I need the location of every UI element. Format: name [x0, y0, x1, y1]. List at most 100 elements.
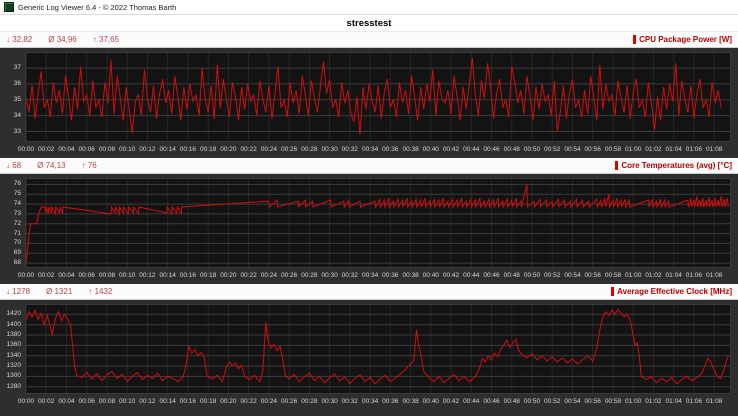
x-tick-label: 00:54: [564, 398, 580, 405]
x-axis: 00:0000:0200:0400:0600:0800:1000:1200:14…: [0, 272, 738, 284]
stat-min: ↓ 1278: [6, 287, 30, 296]
y-tick-label: 1380: [7, 332, 21, 339]
plot-area[interactable]: [25, 304, 731, 394]
x-tick-label: 00:58: [605, 272, 621, 279]
stat-avg: Ø 74,13: [37, 161, 65, 170]
x-tick-label: 01:04: [666, 146, 682, 153]
stat-min: ↓ 68: [6, 161, 21, 170]
x-tick-label: 00:08: [99, 272, 115, 279]
x-tick-label: 00:08: [99, 146, 115, 153]
y-tick-label: 1420: [7, 311, 21, 318]
y-axis: 767574737271706968: [0, 179, 23, 269]
x-tick-label: 01:02: [645, 146, 661, 153]
x-tick-label: 00:46: [483, 398, 499, 405]
chart-section-cpu-package-power: ↓ 32,82 Ø 34,96 ↑ 37,65 CPU Package Powe…: [0, 32, 738, 158]
x-tick-label: 00:38: [402, 398, 418, 405]
x-tick-label: 00:48: [504, 398, 520, 405]
x-tick-label: 00:04: [58, 146, 74, 153]
x-tick-label: 00:22: [240, 272, 256, 279]
x-tick-label: 00:18: [200, 398, 216, 405]
x-tick-label: 00:14: [160, 146, 176, 153]
series-color-bar-icon: [633, 35, 636, 44]
x-tick-label: 00:58: [605, 146, 621, 153]
x-tick-label: 00:10: [119, 146, 135, 153]
window-titlebar: Generic Log Viewer 6.4 - © 2022 Thomas B…: [0, 0, 738, 15]
x-tick-label: 00:22: [240, 146, 256, 153]
x-tick-label: 00:44: [463, 146, 479, 153]
x-tick-label: 00:08: [99, 398, 115, 405]
x-tick-label: 00:26: [281, 272, 297, 279]
y-tick-label: 1340: [7, 353, 21, 360]
stat-min: ↓ 32,82: [6, 35, 32, 44]
x-tick-label: 01:00: [625, 146, 641, 153]
x-tick-label: 00:52: [544, 272, 560, 279]
y-tick-label: 1320: [7, 363, 21, 370]
x-tick-label: 00:02: [38, 146, 54, 153]
y-tick-label: 70: [14, 240, 21, 247]
y-tick-label: 1360: [7, 342, 21, 349]
x-tick-label: 00:36: [382, 146, 398, 153]
x-tick-label: 00:34: [362, 146, 378, 153]
x-tick-label: 01:04: [666, 398, 682, 405]
x-tick-label: 00:28: [301, 272, 317, 279]
x-tick-label: 00:32: [342, 398, 358, 405]
x-tick-label: 00:56: [585, 146, 601, 153]
x-tick-label: 00:26: [281, 398, 297, 405]
x-tick-label: 00:44: [463, 272, 479, 279]
x-tick-label: 01:00: [625, 272, 641, 279]
y-axis: 3736353433: [0, 53, 23, 143]
x-tick-label: 00:20: [220, 272, 236, 279]
x-tick-label: 00:38: [402, 146, 418, 153]
x-tick-label: 00:40: [423, 146, 439, 153]
x-tick-label: 00:10: [119, 398, 135, 405]
plot-area[interactable]: [25, 52, 731, 142]
y-tick-label: 34: [14, 113, 21, 120]
x-tick-label: 01:08: [706, 146, 722, 153]
chart-title: Core Temperatures (avg) [°C]: [621, 161, 732, 170]
x-tick-label: 00:50: [524, 146, 540, 153]
y-tick-label: 68: [14, 260, 21, 267]
x-tick-label: 00:12: [139, 398, 155, 405]
x-tick-label: 00:12: [139, 146, 155, 153]
x-tick-label: 00:52: [544, 146, 560, 153]
series-color-bar-icon: [611, 287, 614, 296]
x-tick-label: 01:06: [686, 146, 702, 153]
x-tick-label: 00:16: [180, 146, 196, 153]
y-tick-label: 74: [14, 201, 21, 208]
y-tick-label: 69: [14, 250, 21, 257]
x-tick-label: 01:02: [645, 272, 661, 279]
x-tick-label: 00:54: [564, 272, 580, 279]
x-tick-label: 00:50: [524, 272, 540, 279]
chart-canvas: 14201400138013601340132013001280 00:0000…: [0, 300, 738, 410]
x-tick-label: 00:04: [58, 398, 74, 405]
x-tick-label: 00:42: [443, 146, 459, 153]
x-tick-label: 00:36: [382, 272, 398, 279]
x-tick-label: 00:48: [504, 272, 520, 279]
x-tick-label: 00:46: [483, 272, 499, 279]
x-tick-label: 00:32: [342, 272, 358, 279]
x-tick-label: 00:34: [362, 398, 378, 405]
y-tick-label: 1400: [7, 322, 21, 329]
chart-legend: Core Temperatures (avg) [°C]: [615, 161, 732, 170]
stat-avg: Ø 1321: [46, 287, 72, 296]
y-tick-label: 73: [14, 211, 21, 218]
stat-max: ↑ 37,65: [93, 35, 119, 44]
log-title: stresstest: [347, 18, 392, 29]
x-tick-label: 00:34: [362, 272, 378, 279]
chart-section-average-effective-clock: ↓ 1278 Ø 1321 ↑ 1432 Average Effective C…: [0, 284, 738, 410]
x-tick-label: 00:06: [79, 146, 95, 153]
x-tick-label: 00:50: [524, 398, 540, 405]
chart-canvas: 3736353433 00:0000:0200:0400:0600:0800:1…: [0, 48, 738, 158]
y-tick-label: 36: [14, 81, 21, 88]
x-tick-label: 00:20: [220, 398, 236, 405]
x-tick-label: 00:06: [79, 272, 95, 279]
x-tick-label: 01:08: [706, 398, 722, 405]
x-tick-label: 00:24: [261, 146, 277, 153]
plot-area[interactable]: [25, 178, 731, 268]
stat-max: ↑ 1432: [88, 287, 112, 296]
x-tick-label: 00:04: [58, 272, 74, 279]
x-tick-label: 01:06: [686, 272, 702, 279]
x-tick-label: 00:14: [160, 272, 176, 279]
chart-header: ↓ 1278 Ø 1321 ↑ 1432 Average Effective C…: [0, 284, 738, 300]
x-tick-label: 00:44: [463, 398, 479, 405]
